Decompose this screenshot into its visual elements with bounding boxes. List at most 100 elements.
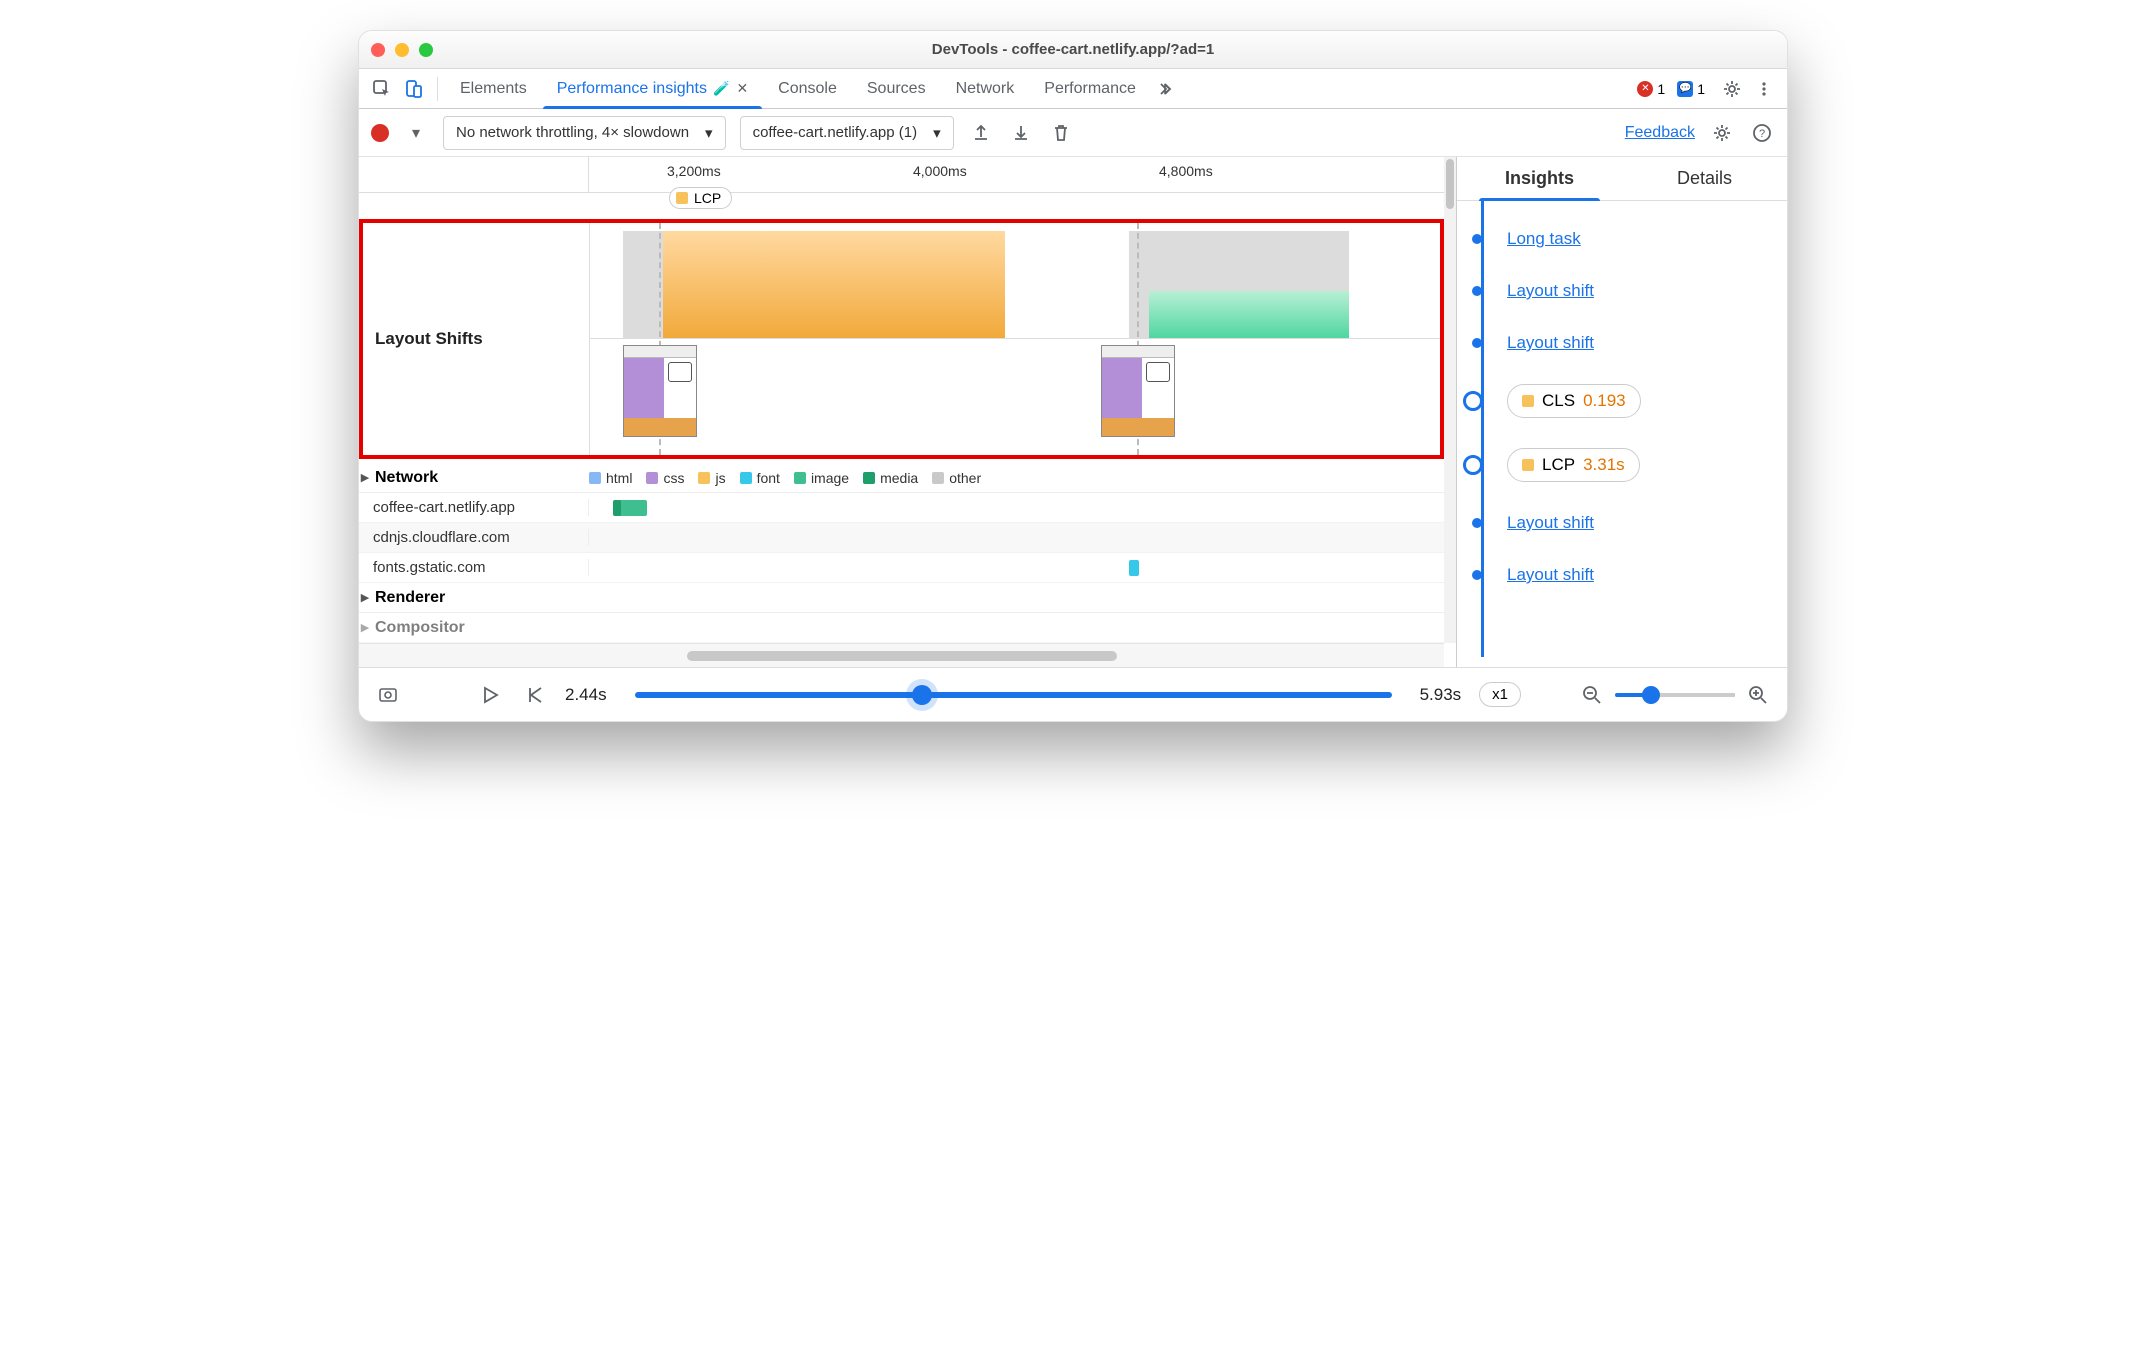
titlebar: DevTools - coffee-cart.netlify.app/?ad=1: [359, 31, 1787, 69]
tab-label: Console: [778, 80, 837, 98]
lcp-marker-chip[interactable]: LCP: [669, 187, 732, 209]
throttle-select[interactable]: No network throttling, 4× slowdown ▾: [443, 116, 726, 150]
inspect-element-icon[interactable]: [367, 74, 397, 104]
metric-value: 3.31s: [1583, 455, 1625, 475]
minimize-window-button[interactable]: [395, 43, 409, 57]
more-tabs-icon[interactable]: [1152, 74, 1182, 104]
horizontal-scrollbar[interactable]: [359, 643, 1444, 667]
throttle-label: No network throttling, 4× slowdown: [456, 124, 689, 141]
feedback-link[interactable]: Feedback: [1625, 124, 1695, 142]
ruler-tick: 4,800ms: [1159, 163, 1213, 179]
zoom-in-icon[interactable]: [1745, 682, 1771, 708]
insight-link[interactable]: Long task: [1507, 229, 1581, 248]
device-toolbar-icon[interactable]: [399, 74, 429, 104]
zoom-out-icon[interactable]: [1579, 682, 1605, 708]
metric-name: LCP: [1542, 455, 1575, 475]
tab-label: Performance insights: [557, 80, 707, 98]
insight-item[interactable]: Long task: [1457, 213, 1779, 265]
settings-icon[interactable]: [1717, 74, 1747, 104]
devtools-window: DevTools - coffee-cart.netlify.app/?ad=1…: [358, 30, 1788, 722]
tab-console[interactable]: Console: [764, 69, 851, 108]
message-icon: 💬: [1677, 81, 1693, 97]
zoom-slider[interactable]: [1615, 693, 1735, 697]
recording-label: coffee-cart.netlify.app (1): [753, 124, 918, 141]
tab-details[interactable]: Details: [1622, 157, 1787, 200]
insight-item[interactable]: Layout shift: [1457, 265, 1779, 317]
tab-sources[interactable]: Sources: [853, 69, 940, 108]
messages-badge[interactable]: 💬 1: [1677, 81, 1705, 97]
insight-link[interactable]: Layout shift: [1507, 333, 1594, 352]
panel-settings-icon[interactable]: [1709, 120, 1735, 146]
tab-label: Performance: [1044, 80, 1136, 98]
tab-insights[interactable]: Insights: [1457, 157, 1622, 200]
seek-knob[interactable]: [912, 685, 932, 705]
delete-icon[interactable]: [1048, 120, 1074, 146]
host-label: fonts.gstatic.com: [359, 559, 589, 576]
export-icon[interactable]: [968, 120, 994, 146]
ruler-tick: 4,000ms: [913, 163, 967, 179]
layout-shifts-label: Layout Shifts: [375, 329, 575, 349]
insight-item[interactable]: Layout shift: [1457, 317, 1779, 369]
window-title: DevTools - coffee-cart.netlify.app/?ad=1: [359, 41, 1787, 58]
renderer-header[interactable]: ▶ Renderer: [359, 583, 1444, 613]
legend-js: js: [715, 470, 725, 486]
tab-elements[interactable]: Elements: [446, 69, 541, 108]
network-header[interactable]: ▶ Network html css js font image media o…: [359, 463, 1444, 493]
insight-metric[interactable]: CLS 0.193: [1457, 369, 1779, 433]
insight-item[interactable]: Layout shift: [1457, 549, 1779, 601]
tab-performance-insights[interactable]: Performance insights 🧪 ✕: [543, 69, 762, 108]
errors-badge[interactable]: ✕ 1: [1637, 81, 1665, 97]
timeline-panel[interactable]: 3,200ms 4,000ms 4,800ms LCP Layout Shift…: [359, 157, 1457, 667]
insights-list[interactable]: Long task Layout shift Layout shift CLS …: [1457, 201, 1787, 667]
compositor-label: Compositor: [375, 619, 589, 637]
help-icon[interactable]: ?: [1749, 120, 1775, 146]
time-end: 5.93s: [1420, 685, 1462, 705]
playback-speed[interactable]: x1: [1479, 682, 1521, 707]
tab-performance[interactable]: Performance: [1030, 69, 1150, 108]
kebab-menu-icon[interactable]: [1749, 74, 1779, 104]
screenshot-thumb[interactable]: [623, 345, 697, 437]
record-button[interactable]: [371, 124, 389, 142]
metric-value: 0.193: [1583, 391, 1626, 411]
network-host-row[interactable]: cdnjs.cloudflare.com: [359, 523, 1444, 553]
legend-other: other: [949, 470, 981, 486]
tab-label: Network: [956, 80, 1015, 98]
legend-html: html: [606, 470, 632, 486]
record-dropdown-icon[interactable]: ▾: [403, 120, 429, 146]
maximize-window-button[interactable]: [419, 43, 433, 57]
insight-metric[interactable]: LCP 3.31s: [1457, 433, 1779, 497]
legend-font: font: [757, 470, 780, 486]
timeline-flame-row[interactable]: [589, 231, 1440, 339]
import-icon[interactable]: [1008, 120, 1034, 146]
close-tab-icon[interactable]: ✕: [736, 80, 748, 97]
legend-css: css: [663, 470, 684, 486]
lcp-chip-label: LCP: [694, 190, 721, 206]
disclosure-triangle-icon[interactable]: ▶: [359, 621, 371, 634]
metric-name: CLS: [1542, 391, 1575, 411]
toggle-visibility-icon[interactable]: [375, 682, 401, 708]
rewind-icon[interactable]: [521, 682, 547, 708]
chevron-down-icon: ▾: [933, 124, 941, 142]
svg-text:?: ?: [1759, 128, 1765, 140]
insight-item[interactable]: Layout shift: [1457, 497, 1779, 549]
play-icon[interactable]: [477, 682, 503, 708]
screenshot-thumb[interactable]: [1101, 345, 1175, 437]
insight-link[interactable]: Layout shift: [1507, 565, 1594, 584]
side-tabs: Insights Details: [1457, 157, 1787, 201]
seek-slider[interactable]: [635, 692, 1392, 698]
zoom-knob[interactable]: [1642, 686, 1660, 704]
main-split: 3,200ms 4,000ms 4,800ms LCP Layout Shift…: [359, 157, 1787, 667]
network-host-row[interactable]: fonts.gstatic.com: [359, 553, 1444, 583]
insight-link[interactable]: Layout shift: [1507, 281, 1594, 300]
tab-network[interactable]: Network: [942, 69, 1029, 108]
recording-select[interactable]: coffee-cart.netlify.app (1) ▾: [740, 116, 954, 150]
insight-link[interactable]: Layout shift: [1507, 513, 1594, 532]
network-host-row[interactable]: coffee-cart.netlify.app: [359, 493, 1444, 523]
disclosure-triangle-icon[interactable]: ▶: [359, 471, 371, 484]
close-window-button[interactable]: [371, 43, 385, 57]
renderer-label: Renderer: [375, 589, 589, 607]
compositor-header[interactable]: ▶ Compositor: [359, 613, 1444, 643]
disclosure-triangle-icon[interactable]: ▶: [359, 591, 371, 604]
vertical-scrollbar[interactable]: [1444, 157, 1456, 643]
time-start: 2.44s: [565, 685, 607, 705]
